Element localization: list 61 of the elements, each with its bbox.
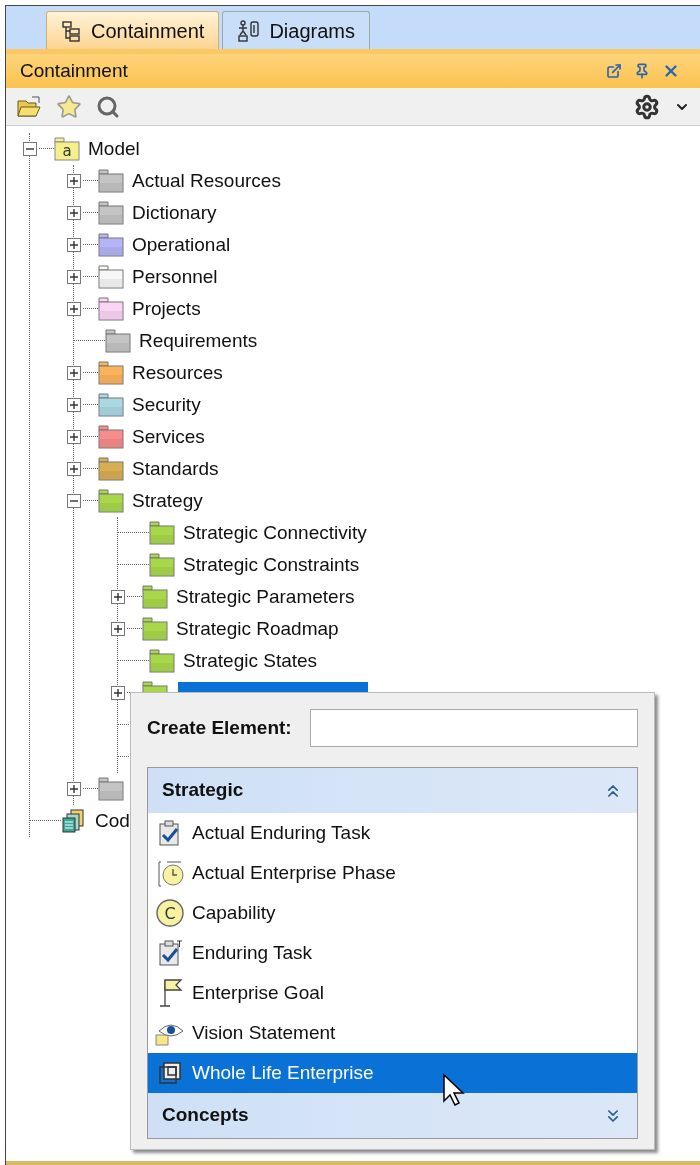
diagram-icon [237, 19, 262, 42]
tree-item[interactable]: Projects [130, 294, 203, 324]
clipboard-check-icon [157, 939, 183, 967]
create-element-label: Create Element: [147, 715, 292, 740]
tree-item[interactable]: Cod [93, 806, 132, 836]
expand-icon[interactable] [67, 782, 81, 796]
section-header[interactable]: Strategic [148, 768, 637, 813]
tree-item[interactable]: Resources [130, 358, 225, 388]
stacked-documents-icon [61, 808, 87, 834]
tree-item[interactable]: Personnel [130, 262, 220, 292]
tree-item[interactable]: Strategic Roadmap [174, 614, 341, 644]
pin-icon[interactable] [634, 63, 650, 79]
tree-item[interactable]: Standards [130, 454, 221, 484]
expand-icon[interactable] [111, 622, 125, 636]
list-item[interactable]: Actual Enduring Task [148, 813, 637, 853]
tree-item[interactable]: Requirements [137, 326, 260, 356]
expand-icon[interactable] [111, 590, 125, 604]
expand-icon[interactable] [67, 174, 81, 188]
tree-item[interactable]: Operational [130, 230, 233, 260]
tab[interactable]: Diagrams [222, 11, 370, 49]
tree-item[interactable]: Services [130, 422, 207, 452]
list-item[interactable]: Enduring Task [148, 933, 637, 973]
clock-icon [155, 858, 185, 888]
expand-icon[interactable] [67, 398, 81, 412]
input-field[interactable] [309, 709, 638, 747]
close-icon[interactable] [662, 62, 680, 80]
star-icon[interactable] [56, 93, 82, 120]
tree-item[interactable]: Strategic States [181, 646, 320, 676]
mouse-cursor-icon [442, 1073, 466, 1107]
list-item[interactable]: Actual Enterprise Phase [148, 853, 637, 893]
expand-icon[interactable] [67, 206, 81, 220]
circled-c-icon: C [155, 898, 185, 928]
list-item[interactable]: Enterprise Goal [148, 973, 637, 1013]
expand-icon[interactable] [111, 686, 125, 700]
tab[interactable]: Containment [46, 11, 220, 49]
expand-icon[interactable] [67, 238, 81, 252]
expand-icon[interactable] [67, 270, 81, 284]
list-item[interactable]: Vision Statement [148, 1013, 637, 1053]
expand-icon[interactable] [67, 430, 81, 444]
section-header[interactable]: Concepts [148, 1093, 637, 1138]
tree-item[interactable]: Dictionary [130, 198, 219, 228]
search-icon[interactable] [96, 94, 120, 119]
tree-item[interactable]: Model [86, 134, 142, 164]
tree-item[interactable]: Strategy [130, 486, 205, 516]
expand-icon[interactable] [67, 462, 81, 476]
list-item[interactable]: C Capability [148, 893, 637, 933]
expand-icon[interactable] [67, 302, 81, 316]
hierarchy-icon [61, 19, 83, 42]
expand-icon[interactable] [67, 366, 81, 380]
tree-item[interactable]: Strategic Constraints [181, 550, 362, 580]
nested-squares-icon [157, 1060, 183, 1086]
collapse-icon[interactable] [67, 494, 81, 508]
tree-item[interactable]: Security [130, 390, 203, 420]
tree-item[interactable]: Actual Resources [130, 166, 283, 196]
collapse-icon[interactable] [23, 142, 37, 156]
settings-icon[interactable] [634, 93, 660, 120]
open-folder-icon[interactable] [16, 94, 42, 119]
detach-icon[interactable] [606, 63, 622, 79]
panel-title: Containment [20, 58, 129, 83]
tree-item[interactable]: Strategic Parameters [174, 582, 357, 612]
tree-item[interactable]: Strategic Connectivity [181, 518, 369, 548]
